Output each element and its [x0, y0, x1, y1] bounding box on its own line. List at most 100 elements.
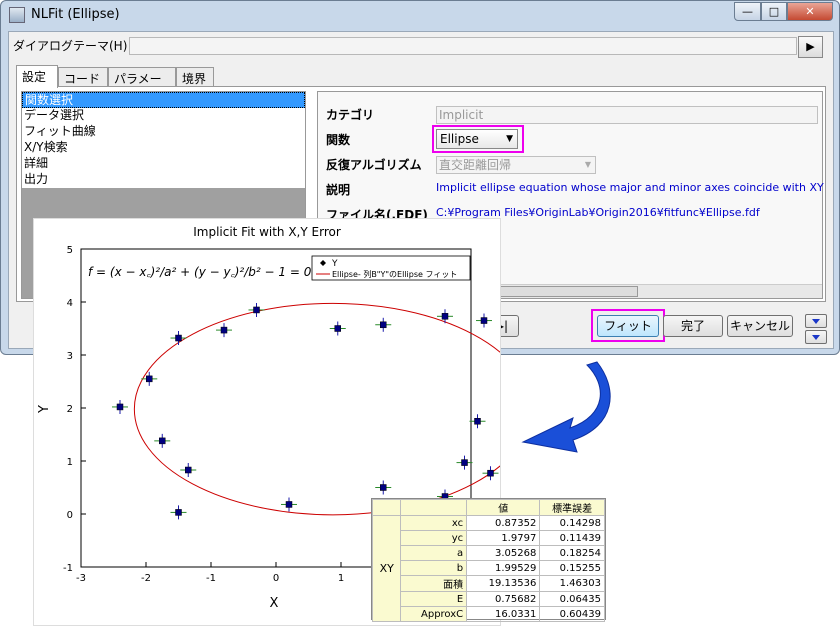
- data-point: [480, 317, 488, 324]
- table-row: b 1.99529 0.15255: [373, 560, 605, 576]
- tree-item[interactable]: フィット曲線: [22, 124, 305, 140]
- param-value: 16.0331: [466, 606, 541, 622]
- close-button[interactable]: ✕: [787, 2, 833, 21]
- table-row: 面積 19.13536 1.46303: [373, 575, 605, 592]
- param-value: 1.99529: [466, 560, 541, 576]
- param-name: ApproxC: [400, 606, 468, 622]
- description-text: Implicit ellipse equation whose major an…: [436, 181, 824, 194]
- y-axis-label: Y: [37, 405, 52, 414]
- tree-item[interactable]: 詳細: [22, 156, 305, 172]
- column-header: 値: [466, 499, 541, 516]
- table-row: yc 1.9797 0.11439: [373, 530, 605, 546]
- fit-button[interactable]: フィット: [597, 315, 659, 337]
- chevron-down-icon: [812, 335, 820, 340]
- param-name: 面積: [400, 575, 468, 592]
- param-name: xc: [400, 515, 468, 531]
- y-tick-label: 3: [67, 351, 73, 362]
- table-row: XY xc 0.87352 0.14298: [371, 515, 605, 622]
- app-icon: [9, 7, 25, 23]
- x-tick-label: -3: [76, 573, 86, 584]
- data-point: [380, 321, 387, 329]
- description-label: 説明: [326, 183, 351, 197]
- param-name: a: [400, 545, 468, 561]
- x-tick-label: 1: [338, 573, 344, 584]
- y-tick-label: 2: [67, 404, 73, 415]
- data-point: [253, 306, 260, 314]
- blue-curved-arrow-icon: [515, 360, 625, 455]
- param-std-error: 0.14298: [539, 515, 605, 531]
- data-point: [116, 403, 124, 411]
- function-label: 関数: [326, 133, 351, 147]
- dialog-theme-label: ダイアログテーマ(H): [13, 39, 128, 53]
- iteration-select-value: 直交距離回帰: [439, 158, 512, 172]
- group-label: XY: [371, 515, 402, 622]
- tree-item[interactable]: データ選択: [22, 108, 305, 124]
- y-tick-label: -1: [63, 563, 73, 574]
- x-axis-label: X: [270, 596, 279, 611]
- minimize-button[interactable]: —: [734, 2, 761, 21]
- table-row: ApproxC 16.0331 0.60439: [373, 606, 605, 622]
- x-tick-label: -2: [141, 573, 151, 584]
- param-std-error: 0.06435: [539, 591, 605, 607]
- param-std-error: 0.18254: [539, 545, 605, 561]
- legend-item-ellipse: Ellipse- 列B"Y"のEllipse フィット: [332, 269, 457, 279]
- data-point: [380, 484, 387, 491]
- category-field: Implicit: [436, 106, 818, 124]
- fit-results-table[interactable]: 値標準誤差 XY xc 0.87352 0.14298 yc 1.9797 0.11439 a 3…: [371, 498, 606, 622]
- dropdown-arrow-icon: ▼: [584, 160, 591, 169]
- table-row: E 0.75682 0.06435: [373, 591, 605, 607]
- data-point: [285, 501, 293, 508]
- param-std-error: 0.15255: [539, 560, 605, 576]
- done-button[interactable]: 完了: [663, 315, 723, 337]
- data-point: [220, 326, 228, 334]
- param-value: 1.9797: [466, 530, 541, 546]
- fit-ellipse: [133, 302, 532, 516]
- category-label: カテゴリ: [326, 108, 375, 122]
- param-std-error: 0.60439: [539, 606, 605, 622]
- tree-item[interactable]: 関数選択: [22, 92, 305, 108]
- param-name: b: [400, 560, 468, 576]
- cancel-button[interactable]: キャンセル: [727, 315, 793, 337]
- param-value: 0.75682: [466, 591, 541, 607]
- ellipse-fit-curve: [133, 302, 532, 516]
- expand-up-button[interactable]: [805, 314, 827, 328]
- param-std-error: 1.46303: [539, 575, 605, 592]
- data-point: [146, 375, 153, 383]
- function-highlight: [432, 125, 524, 153]
- tab-bounds[interactable]: 境界: [176, 67, 214, 87]
- y-tick-label: 1: [67, 457, 73, 468]
- tab-settings[interactable]: 設定: [16, 65, 58, 88]
- param-value: 19.13536: [466, 575, 541, 592]
- data-point: [185, 466, 192, 474]
- graph-title: Implicit Fit with X,Y Error: [193, 225, 341, 239]
- theme-menu-arrow-icon[interactable]: ▶: [798, 36, 823, 58]
- legend-item-y: Y: [331, 259, 338, 269]
- tree-item[interactable]: 出力: [22, 172, 305, 188]
- window-title: NLFit (Ellipse): [31, 7, 120, 22]
- data-point: [487, 469, 494, 477]
- formula: f = (x − x꜀)²/a² + (y − y꜀)²/b² − 1 = 0: [88, 265, 312, 279]
- tab-parameters[interactable]: パラメータ: [108, 67, 176, 103]
- scrollbar-thumb[interactable]: [478, 286, 638, 297]
- data-point: [175, 509, 182, 516]
- title-bar[interactable]: NLFit (Ellipse) — □ ✕: [1, 1, 839, 31]
- maximize-button[interactable]: □: [761, 2, 787, 21]
- column-header: 標準誤差: [539, 499, 605, 516]
- expand-down-button[interactable]: [805, 330, 827, 344]
- data-point: [461, 459, 468, 466]
- param-std-error: 0.11439: [539, 530, 605, 546]
- iteration-label: 反復アルゴリズム: [326, 158, 422, 172]
- tree-item[interactable]: X/Y検索: [22, 140, 305, 156]
- x-tick-label: -1: [206, 573, 216, 584]
- data-point: [474, 418, 481, 425]
- data-point: [159, 437, 166, 445]
- dialog-theme-combo[interactable]: [129, 37, 797, 55]
- table-row: a 3.05268 0.18254: [373, 545, 605, 561]
- param-name: E: [400, 591, 468, 607]
- data-point: [334, 325, 341, 332]
- y-tick-label: 5: [67, 245, 73, 256]
- tree-list: 関数選択 データ選択 フィット曲線 X/Y検索 詳細 出力: [22, 92, 305, 188]
- data-points: [112, 302, 518, 529]
- file-path-text[interactable]: C:¥Program Files¥OriginLab¥Origin2016¥fi…: [436, 206, 760, 219]
- tab-code[interactable]: コード: [58, 67, 108, 87]
